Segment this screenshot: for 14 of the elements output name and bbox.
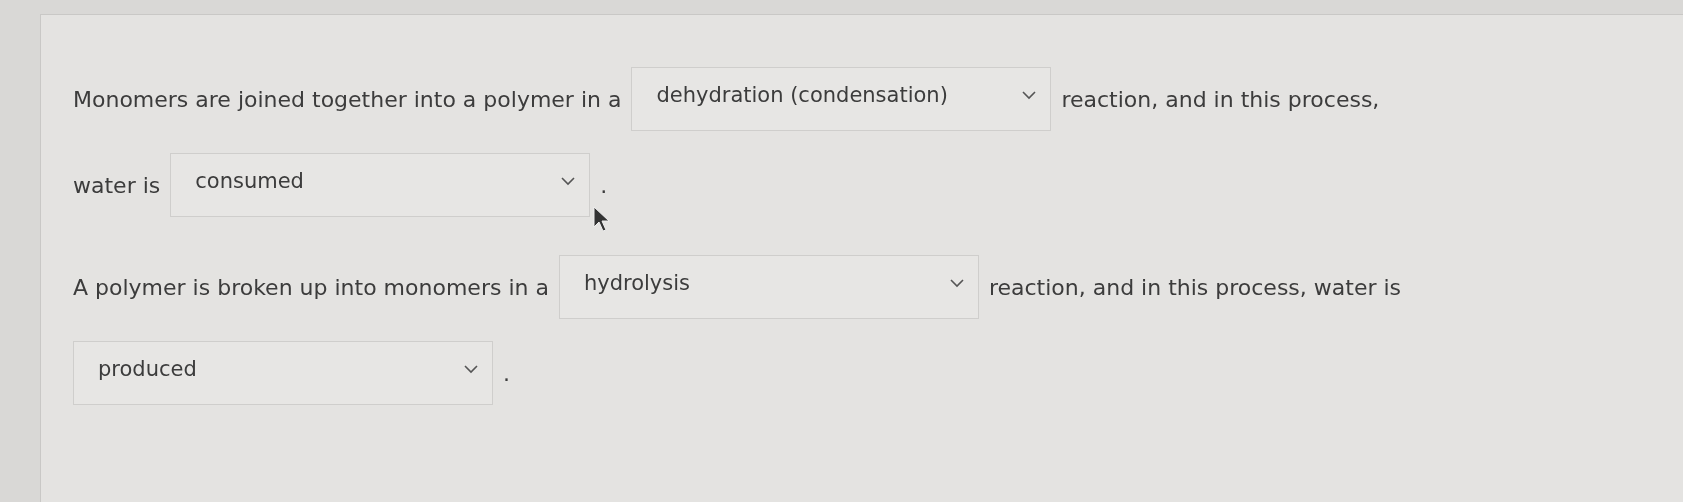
chevron-down-icon [561,176,576,186]
question-text: A polymer is broken up into monomers in a [73,274,549,300]
question-text: water is [73,172,161,198]
answer-dropdown[interactable]: produced [73,341,493,405]
chevron-down-icon [1022,90,1037,100]
answer-dropdown[interactable]: hydrolysis [558,255,979,319]
chevron-down-icon [949,278,964,288]
question-text: . [600,172,608,198]
answer-dropdown[interactable]: dehydration (condensation) [631,67,1052,131]
chevron-down-icon [464,364,478,374]
question-text: Monomers are joined together into a polymer in a [73,86,622,112]
question-text: reaction, and in this process, water is [988,274,1402,300]
question-text: reaction, and in this process, [1061,86,1380,112]
question-text: . [503,360,510,386]
